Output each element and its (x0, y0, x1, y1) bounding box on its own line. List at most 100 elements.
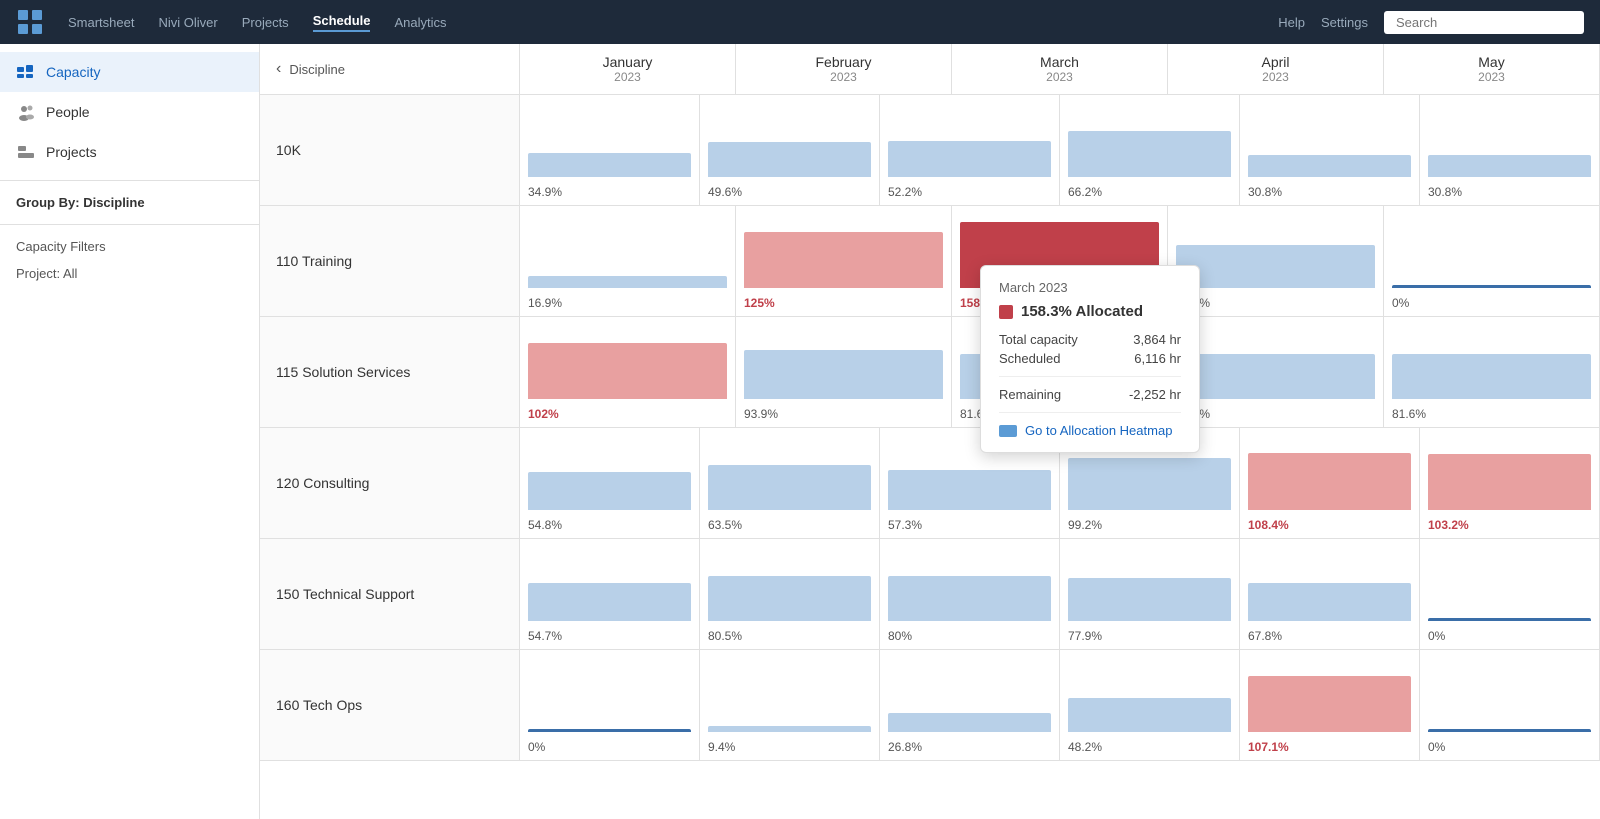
pct-label: 57.3% (888, 518, 922, 532)
capacity-bar (528, 276, 727, 288)
tooltip-remaining-row: Remaining -2,252 hr (999, 387, 1181, 402)
month-cell[interactable]: 66.2% (1060, 95, 1240, 205)
discipline-label: 160 Tech Ops (260, 650, 520, 760)
month-cell[interactable]: 48.2% (1060, 650, 1240, 760)
month-cell[interactable]: 93.9% (736, 317, 952, 427)
month-cell[interactable]: 107.1% (1240, 650, 1420, 760)
month-cell[interactable]: 103.2% (1420, 428, 1600, 538)
capacity-icon (16, 62, 36, 82)
month-cell[interactable]: 54.8% (520, 428, 700, 538)
capacity-bar (1068, 458, 1231, 511)
tooltip-dot (999, 305, 1013, 319)
tooltip-heatmap-link[interactable]: Go to Allocation Heatmap (999, 423, 1181, 438)
month-cell[interactable]: 16.9% (520, 206, 736, 316)
month-cell[interactable]: 102% (520, 317, 736, 427)
nav-projects[interactable]: Projects (242, 15, 289, 30)
sidebar: Capacity People Projects Group By: Disci… (0, 44, 260, 819)
capacity-bar (708, 726, 871, 732)
month-cell[interactable]: 125% (736, 206, 952, 316)
pct-label: 99.2% (1068, 518, 1102, 532)
nav-analytics[interactable]: Analytics (394, 15, 446, 30)
capacity-bar (888, 713, 1051, 732)
capacity-bar (528, 343, 727, 399)
people-icon (16, 102, 36, 122)
month-cell[interactable]: 9.4% (700, 650, 880, 760)
discipline-header-label: Discipline (289, 62, 345, 77)
bar-container (1068, 551, 1231, 621)
tooltip-capacity-row: Total capacity 3,864 hr (999, 332, 1181, 347)
bar-container (1392, 218, 1591, 288)
month-cell[interactable]: 0% (1420, 539, 1600, 649)
pct-label: 16.9% (528, 296, 562, 310)
month-cell[interactable]: 54.7% (520, 539, 700, 649)
sidebar-item-capacity[interactable]: Capacity (0, 52, 259, 92)
projects-icon (16, 142, 36, 162)
bar-container (708, 440, 871, 510)
pct-label: 80% (888, 629, 912, 643)
month-cell[interactable]: 26.8% (880, 650, 1060, 760)
bar-container (888, 107, 1051, 177)
capacity-bar (528, 153, 691, 178)
bar-container (1248, 440, 1411, 510)
month-cell[interactable]: 49.6% (700, 95, 880, 205)
help-menu[interactable]: Help (1278, 15, 1305, 30)
pct-label: 30.8% (1428, 185, 1462, 199)
bar-container (528, 551, 691, 621)
tooltip-remaining-val: -2,252 hr (1129, 387, 1181, 402)
nav-schedule[interactable]: Schedule (313, 13, 371, 32)
tooltip-alloc: 158.3% Allocated (999, 303, 1181, 320)
month-cell[interactable]: 80% (880, 539, 1060, 649)
month-year-4: 2023 (1384, 70, 1599, 84)
pct-label: 93.9% (744, 407, 778, 421)
month-cell[interactable]: 30.8% (1420, 95, 1600, 205)
discipline-row: 10K34.9%49.6%52.2%66.2%30.8%30.8% (260, 95, 1600, 206)
capacity-filters-label[interactable]: Capacity Filters (0, 233, 259, 260)
month-cell[interactable]: 30.8% (1240, 95, 1420, 205)
discipline-label: 110 Training (260, 206, 520, 316)
month-col-0: January 2023 (520, 44, 736, 94)
sidebar-divider (0, 180, 259, 181)
month-year-2: 2023 (952, 70, 1167, 84)
pct-label: 81.6% (1392, 407, 1426, 421)
month-cell[interactable]: 108.4% (1240, 428, 1420, 538)
month-cell[interactable]: 0% (520, 650, 700, 760)
pct-label: 54.7% (528, 629, 562, 643)
month-cell[interactable]: 0% (1384, 206, 1600, 316)
month-cell[interactable]: 80.5% (700, 539, 880, 649)
top-nav: Smartsheet Nivi Oliver Projects Schedule… (0, 0, 1600, 44)
month-cell[interactable]: 62.1% (1168, 206, 1384, 316)
bar-container (708, 107, 871, 177)
month-cell[interactable]: 52.2% (880, 95, 1060, 205)
sidebar-item-people[interactable]: People (0, 92, 259, 132)
capacity-bar (1428, 454, 1591, 510)
bar-container (888, 662, 1051, 732)
search-input[interactable] (1384, 11, 1584, 34)
tooltip-title: March 2023 (999, 280, 1181, 295)
month-cell[interactable]: 67.8% (1240, 539, 1420, 649)
capacity-bar (1068, 131, 1231, 177)
app-logo[interactable] (16, 8, 44, 36)
bar-container (708, 551, 871, 621)
nav-nivi[interactable]: Nivi Oliver (158, 15, 217, 30)
nav-smartsheet[interactable]: Smartsheet (68, 15, 134, 30)
month-cell[interactable]: 81.6% (1168, 317, 1384, 427)
bar-container (1176, 218, 1375, 288)
sidebar-item-projects[interactable]: Projects (0, 132, 259, 172)
month-cell[interactable]: 0% (1420, 650, 1600, 760)
month-name-0: January (520, 54, 735, 70)
capacity-label: Capacity (46, 64, 100, 80)
sidebar-divider-2 (0, 224, 259, 225)
bar-container (1248, 107, 1411, 177)
project-filter-label[interactable]: Project: All (0, 260, 259, 287)
month-cell[interactable]: 77.9% (1060, 539, 1240, 649)
month-cell[interactable]: 81.6% (1384, 317, 1600, 427)
capacity-bar (1392, 354, 1591, 400)
back-button[interactable]: ‹ (276, 60, 281, 78)
month-cell[interactable]: 34.9% (520, 95, 700, 205)
month-cell[interactable]: 63.5% (700, 428, 880, 538)
pct-label: 34.9% (528, 185, 562, 199)
settings-menu[interactable]: Settings (1321, 15, 1368, 30)
capacity-bar (528, 472, 691, 511)
pct-label: 0% (528, 740, 545, 754)
discipline-label: 120 Consulting (260, 428, 520, 538)
